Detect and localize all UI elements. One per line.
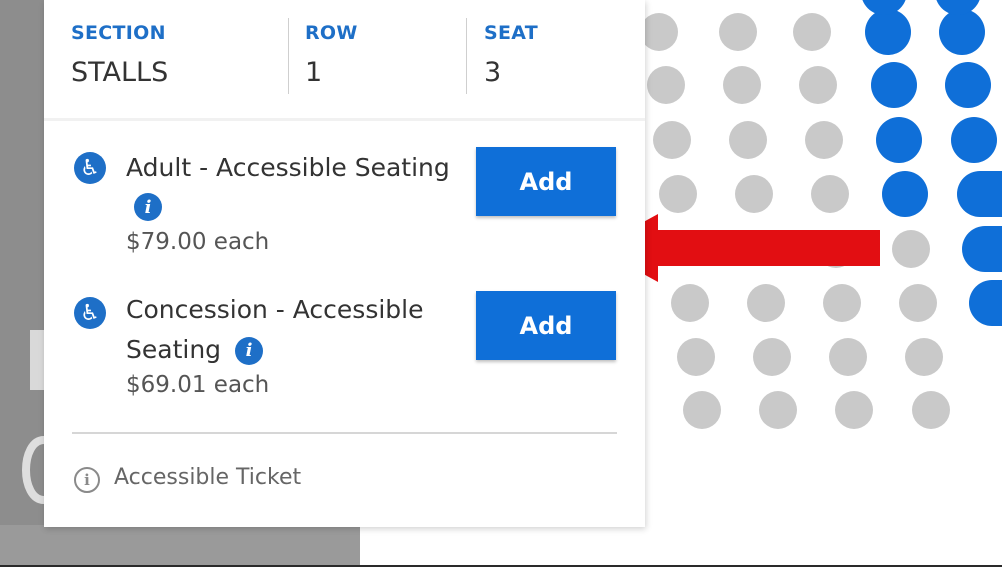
seat-available[interactable] <box>957 171 1002 217</box>
section-label: SECTION <box>71 22 166 44</box>
add-concession-ticket-button[interactable]: Add <box>476 291 616 360</box>
ticket-price: $69.01 each <box>126 372 270 398</box>
seat-value: 3 <box>484 57 502 88</box>
seat-unavailable <box>659 175 697 213</box>
row-column: ROW 1 <box>305 22 358 88</box>
seat-unavailable <box>729 121 767 159</box>
seat-unavailable <box>793 13 831 51</box>
seat-popup: SECTION STALLS ROW 1 SEAT 3 ♿ Adult - Ac… <box>44 0 645 527</box>
stage-floor <box>0 525 360 567</box>
add-adult-ticket-button[interactable]: Add <box>476 147 616 216</box>
seat-unavailable <box>683 391 721 429</box>
column-divider <box>288 18 289 94</box>
annotation-arrow-shaft <box>655 230 880 266</box>
seat-unavailable <box>811 175 849 213</box>
seat-unavailable <box>753 338 791 376</box>
seat-unavailable <box>759 391 797 429</box>
seat-unavailable <box>892 230 930 268</box>
seat-unavailable <box>640 13 678 51</box>
seat-unavailable <box>829 338 867 376</box>
seat-available[interactable] <box>865 9 911 55</box>
column-divider <box>466 18 467 94</box>
info-icon[interactable]: i <box>235 337 263 365</box>
footer-divider <box>72 432 617 434</box>
ticket-name-text: Adult - Accessible Seating <box>126 153 450 182</box>
seat-unavailable <box>912 391 950 429</box>
wheelchair-icon: ♿ <box>74 297 106 329</box>
seat-available[interactable] <box>962 226 1002 272</box>
seat-unavailable <box>653 121 691 159</box>
ticket-name-text-line2: Seating <box>126 335 222 364</box>
seat-unavailable <box>905 338 943 376</box>
info-outline-icon: i <box>74 467 100 493</box>
seat-available[interactable] <box>876 117 922 163</box>
seat-available[interactable] <box>882 171 928 217</box>
row-label: ROW <box>305 22 358 44</box>
ticket-name: Adult - Accessible Seating <box>126 148 450 188</box>
seat-unavailable <box>835 391 873 429</box>
seat-available[interactable] <box>939 9 985 55</box>
seat-unavailable <box>735 175 773 213</box>
seat-unavailable <box>719 13 757 51</box>
seat-unavailable <box>899 284 937 322</box>
seat-unavailable <box>671 284 709 322</box>
seat-available[interactable] <box>951 117 997 163</box>
seat-column: SEAT 3 <box>484 22 538 88</box>
ticket-info-wrap: i <box>134 193 162 221</box>
accessible-ticket-legend: Accessible Ticket <box>114 465 302 490</box>
row-value: 1 <box>305 57 323 88</box>
seat-unavailable <box>647 66 685 104</box>
section-column: SECTION STALLS <box>71 22 168 88</box>
seat-unavailable <box>677 338 715 376</box>
ticket-name: Concession - Accessible Seating i <box>126 290 456 370</box>
seat-label: SEAT <box>484 22 539 44</box>
seat-unavailable <box>805 121 843 159</box>
seat-info-header: SECTION STALLS ROW 1 SEAT 3 <box>44 0 645 121</box>
seat-unavailable <box>723 66 761 104</box>
seat-available[interactable] <box>871 62 917 108</box>
section-value: STALLS <box>71 57 169 88</box>
seat-unavailable <box>799 66 837 104</box>
seat-available[interactable] <box>945 62 991 108</box>
seat-unavailable <box>823 284 861 322</box>
seat-available[interactable] <box>969 280 1002 326</box>
wheelchair-icon: ♿ <box>74 152 106 184</box>
ticket-price: $79.00 each <box>126 229 270 255</box>
ticket-name-text: Concession - Accessible <box>126 295 424 324</box>
info-icon[interactable]: i <box>134 193 162 221</box>
seat-unavailable <box>747 284 785 322</box>
